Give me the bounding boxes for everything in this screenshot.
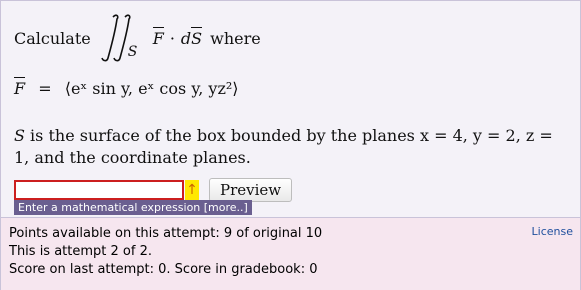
field-lhs-F: F [14, 77, 26, 98]
answer-input[interactable] [14, 180, 184, 200]
points-available-text: Points available on this attempt: 9 of o… [9, 226, 323, 241]
status-lines: Points available on this attempt: 9 of o… [9, 225, 322, 279]
vector-F: F [152, 26, 164, 48]
equals-sign: = [38, 79, 52, 98]
calculate-text: Calculate [14, 28, 91, 48]
vector-field-definition: F = ⟨eˣ sin y, eˣ cos y, yz²⟩ [14, 77, 239, 98]
dot-operator: · [169, 28, 175, 48]
question-prompt: Calculate S F · d S where [14, 13, 261, 63]
arrow-up-icon: ↑ [185, 180, 199, 200]
field-components: ⟨eˣ sin y, eˣ cos y, yz²⟩ [64, 79, 239, 98]
surface-text: is the surface of the box bounded by the… [14, 126, 553, 167]
attempt-status-panel: Points available on this attempt: 9 of o… [1, 217, 580, 290]
expression-hint-link[interactable]: Enter a mathematical expression [more..] [14, 200, 252, 215]
preview-button[interactable]: Preview [209, 178, 293, 202]
double-integral-symbol: S [99, 13, 147, 63]
score-text: Score on last attempt: 0. Score in grade… [9, 262, 318, 277]
answer-row: ↑ Preview [14, 178, 293, 202]
vector-S: S [191, 26, 203, 48]
surface-symbol: S [14, 126, 25, 145]
surface-description: S is the surface of the box bounded by t… [14, 125, 564, 169]
license-link[interactable]: License [532, 225, 573, 238]
question-frame: Calculate S F · d S where F = ⟨eˣ sin y,… [0, 0, 581, 290]
integral-subscript: S [127, 44, 138, 60]
differential-d: d [180, 28, 192, 48]
attempt-count-text: This is attempt 2 of 2. [9, 244, 152, 259]
where-text: where [210, 28, 261, 48]
